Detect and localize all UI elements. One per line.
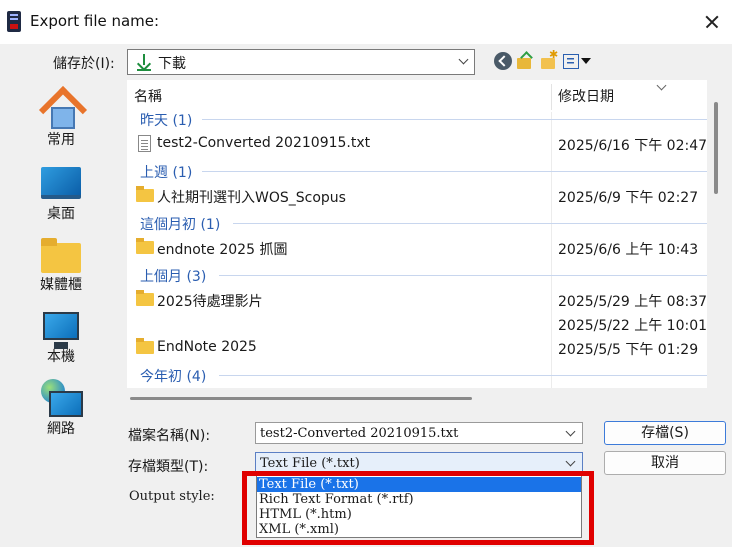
file-type-label: 存檔類型(T): (128, 459, 209, 475)
horizontal-scrollbar[interactable] (130, 397, 472, 400)
folder-icon (136, 186, 154, 202)
file-name-label: 檔案名稱(N): (128, 428, 211, 444)
list-item[interactable]: 2025待處理影片 2025/5/29 上午 08:37 (127, 288, 707, 312)
group-header[interactable]: 上週 (1) (140, 162, 192, 182)
up-folder-icon[interactable] (516, 52, 534, 70)
place-label: 網路 (47, 421, 75, 437)
list-item[interactable]: test2-Converted 20210915.txt 2025/6/16 下… (127, 132, 707, 156)
desktop-icon (41, 167, 81, 199)
chevron-down-icon (458, 54, 469, 65)
save-in-combo[interactable]: 下載 (127, 49, 475, 75)
place-libraries[interactable]: 媒體櫃 (20, 233, 102, 303)
place-label: 桌面 (47, 206, 75, 222)
home-icon (41, 87, 81, 129)
view-menu-icon[interactable] (563, 52, 591, 70)
sort-chevron-icon (656, 80, 667, 91)
folder-icon (136, 238, 154, 254)
folder-icon (136, 338, 154, 354)
file-name-combo[interactable] (255, 422, 583, 444)
file-type-value: Text File (*.txt) (260, 456, 360, 471)
output-style-label: Output style: (129, 489, 215, 504)
list-item[interactable]: EndNote 2025 2025/5/5 下午 01:29 (127, 336, 707, 360)
place-label: 媒體櫃 (40, 277, 82, 293)
chevron-down-icon[interactable] (565, 456, 576, 467)
list-item[interactable]: 2025/5/22 上午 10:01 (127, 312, 707, 336)
title-bar: Export file name: (0, 0, 732, 44)
save-in-label: 儲存於(I): (53, 56, 115, 72)
column-header-name[interactable]: 名稱 (134, 86, 162, 106)
place-desktop[interactable]: 桌面 (20, 162, 102, 232)
list-item[interactable]: endnote 2025 抓圖 2025/6/6 上午 10:43 (127, 236, 707, 260)
list-item[interactable]: 人社期刊選刊入WOS_Scopus 2025/6/9 下午 02:27 (127, 184, 707, 208)
red-highlight-box (242, 471, 594, 545)
group-header[interactable]: 今年初 (4) (140, 366, 206, 386)
save-in-value: 下載 (158, 56, 186, 72)
endnote-app-icon (7, 11, 21, 32)
file-list[interactable]: 名稱 修改日期 昨天 (1) test2-Converted 20210915.… (127, 80, 707, 388)
window-title: Export file name: (30, 12, 160, 30)
download-icon (137, 54, 151, 70)
vertical-scrollbar[interactable] (714, 102, 718, 194)
back-icon[interactable] (494, 52, 512, 70)
group-header[interactable]: 昨天 (1) (140, 110, 192, 130)
library-folder-icon (41, 238, 81, 273)
place-this-pc[interactable]: 本機 (20, 305, 102, 375)
column-header-date[interactable]: 修改日期 (558, 86, 614, 106)
file-name-input[interactable] (256, 423, 556, 443)
place-network[interactable]: 網路 (20, 377, 102, 447)
place-label: 本機 (47, 349, 75, 365)
network-icon (41, 379, 83, 417)
group-header[interactable]: 上個月 (3) (140, 266, 206, 286)
new-folder-icon[interactable] (540, 48, 558, 70)
chevron-down-icon[interactable] (565, 426, 576, 437)
place-recent[interactable]: 常用 (20, 80, 102, 150)
place-label: 常用 (47, 132, 75, 148)
text-file-icon (138, 135, 151, 152)
folder-icon (136, 290, 154, 306)
group-header[interactable]: 這個月初 (1) (140, 214, 220, 234)
close-icon[interactable] (692, 0, 732, 44)
computer-icon (43, 312, 79, 349)
save-button[interactable]: 存檔(S) (604, 421, 726, 445)
cancel-button[interactable]: 取消 (604, 451, 726, 475)
